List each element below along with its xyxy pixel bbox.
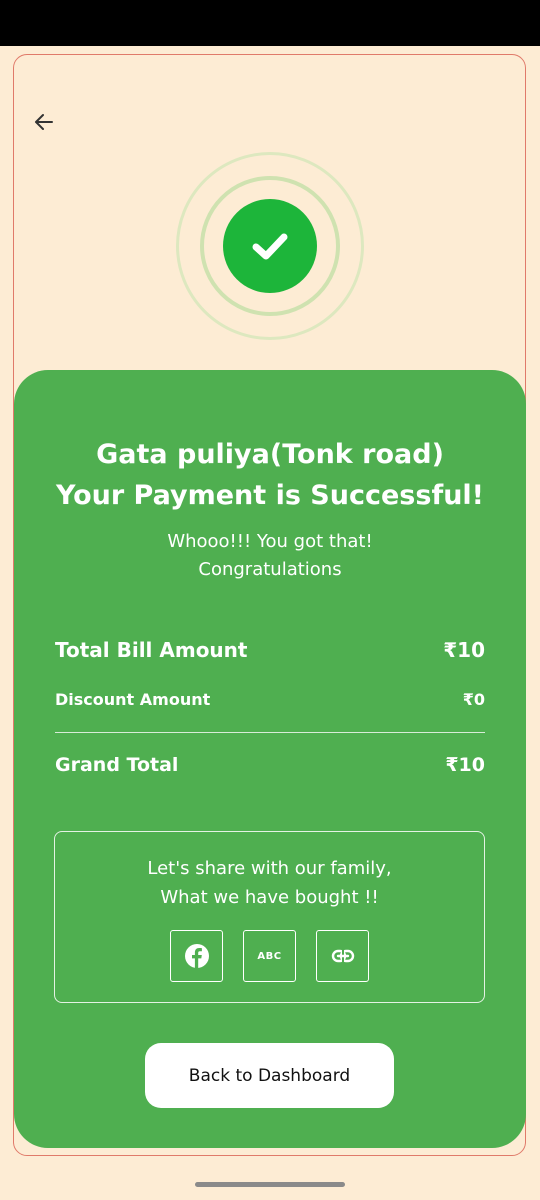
success-message: Whooo!!! You got that! Congratulations [14, 528, 526, 584]
share-line-1: Let's share with our family, [147, 858, 392, 879]
grand-total-value: ₹10 [445, 754, 485, 776]
back-to-dashboard-button[interactable]: Back to Dashboard [145, 1043, 394, 1108]
success-indicator [176, 152, 364, 340]
message-line-2: Congratulations [198, 559, 342, 580]
store-name: Gata puliya(Tonk road) [96, 439, 444, 470]
share-facebook-button[interactable] [170, 930, 223, 982]
check-icon [252, 233, 288, 260]
share-line-2: What we have bought !! [160, 887, 379, 908]
status-bar [0, 0, 540, 46]
share-buttons: ABC [55, 930, 484, 982]
payment-summary-card: Gata puliya(Tonk road) Your Payment is S… [14, 370, 526, 1148]
share-box: Let's share with our family, What we hav… [54, 831, 485, 1003]
payment-title: Gata puliya(Tonk road) Your Payment is S… [14, 434, 526, 516]
discount-value: ₹0 [462, 690, 485, 709]
back-button[interactable] [28, 106, 60, 138]
payment-success-screen: Gata puliya(Tonk road) Your Payment is S… [0, 46, 540, 1170]
share-message: Let's share with our family, What we hav… [55, 854, 484, 912]
divider [55, 732, 485, 733]
discount-label: Discount Amount [55, 690, 211, 709]
total-bill-row: Total Bill Amount ₹10 [55, 638, 485, 662]
message-line-1: Whooo!!! You got that! [167, 531, 373, 552]
success-headline: Your Payment is Successful! [56, 480, 484, 511]
total-bill-label: Total Bill Amount [55, 638, 248, 662]
share-abc-button[interactable]: ABC [243, 930, 296, 982]
abc-icon: ABC [257, 950, 282, 962]
arrow-left-icon [35, 114, 53, 130]
facebook-icon [184, 944, 209, 968]
total-bill-value: ₹10 [443, 638, 485, 662]
grand-total-row: Grand Total ₹10 [55, 754, 485, 776]
share-link-button[interactable] [316, 930, 369, 982]
home-indicator[interactable] [195, 1182, 345, 1187]
success-check-badge [223, 199, 317, 293]
link-icon [331, 949, 354, 963]
discount-row: Discount Amount ₹0 [55, 690, 485, 709]
grand-total-label: Grand Total [55, 754, 179, 776]
navigation-bar [0, 1170, 540, 1200]
